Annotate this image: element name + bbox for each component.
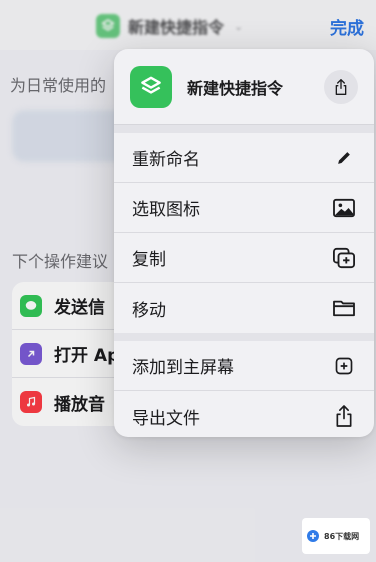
menu-item-label: 导出文件 [132,408,200,429]
share-icon [335,78,347,95]
menu-item-add-to-home[interactable]: 添加到主屏幕 [114,341,374,391]
menu-header: 新建快捷指令 [114,49,374,125]
menu-item-export-file[interactable]: 导出文件 [114,391,374,437]
watermark: 86下载网 [302,518,370,554]
shortcut-icon [130,65,172,108]
folder-icon [332,296,356,320]
menu-item-duplicate[interactable]: 复制 [114,233,374,283]
site-logo-icon [307,530,319,542]
duplicate-icon [332,246,356,270]
pencil-icon [332,146,356,170]
menu-item-choose-icon[interactable]: 选取图标 [114,183,374,233]
watermark-text: 86下载网 [324,531,360,541]
add-square-icon [332,354,356,378]
group-separator [114,125,374,133]
menu-item-label: 移动 [132,300,166,321]
image-icon [332,196,356,220]
group-separator [114,333,374,341]
share-button[interactable] [324,69,358,104]
menu-item-move[interactable]: 移动 [114,283,374,333]
menu-item-label: 添加到主屏幕 [132,358,234,378]
menu-title: 新建快捷指令 [187,78,284,98]
menu-item-label: 重新命名 [132,150,200,170]
menu-item-rename[interactable]: 重新命名 [114,133,374,183]
context-menu: 新建快捷指令 重新命名 选取图标 复制 移动 添加到主屏幕 导出文件 [114,49,374,437]
menu-item-label: 复制 [132,250,166,270]
share-icon [332,404,356,428]
menu-item-label: 选取图标 [132,200,200,220]
